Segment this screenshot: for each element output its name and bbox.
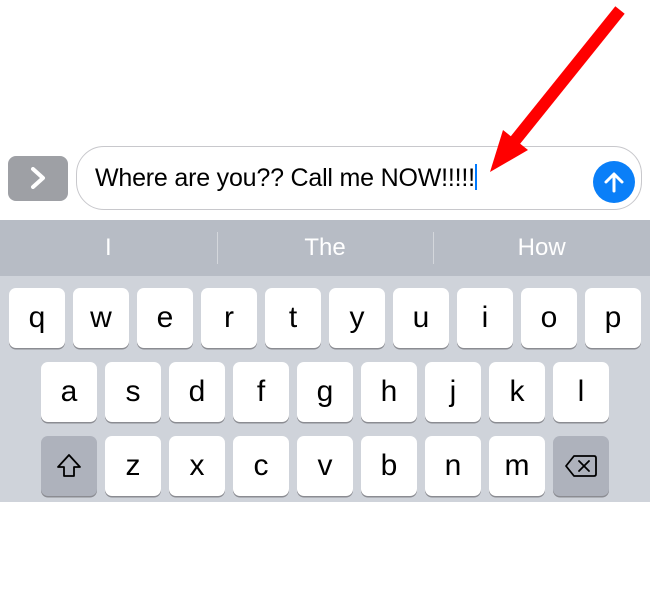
send-button[interactable] [593, 161, 635, 203]
arrow-up-icon [603, 171, 625, 193]
blank-space [0, 0, 650, 140]
key-p[interactable]: p [585, 288, 641, 348]
suggestion-item[interactable]: The [217, 220, 434, 276]
key-n[interactable]: n [425, 436, 481, 496]
key-t[interactable]: t [265, 288, 321, 348]
compose-row: Where are you?? Call me NOW!!!!! [0, 140, 650, 220]
key-v[interactable]: v [297, 436, 353, 496]
backspace-icon [564, 454, 598, 478]
suggestion-item[interactable]: I [0, 220, 217, 276]
suggestion-bar: I The How [0, 220, 650, 276]
key-q[interactable]: q [9, 288, 65, 348]
key-s[interactable]: s [105, 362, 161, 422]
text-cursor [475, 164, 477, 190]
key-z[interactable]: z [105, 436, 161, 496]
key-w[interactable]: w [73, 288, 129, 348]
suggestion-item[interactable]: How [433, 220, 650, 276]
key-row-1: q w e r t y u i o p [6, 288, 644, 348]
key-u[interactable]: u [393, 288, 449, 348]
key-y[interactable]: y [329, 288, 385, 348]
key-k[interactable]: k [489, 362, 545, 422]
key-i[interactable]: i [457, 288, 513, 348]
key-l[interactable]: l [553, 362, 609, 422]
key-m[interactable]: m [489, 436, 545, 496]
message-input[interactable]: Where are you?? Call me NOW!!!!! [76, 146, 642, 210]
shift-icon [55, 452, 83, 480]
key-d[interactable]: d [169, 362, 225, 422]
key-j[interactable]: j [425, 362, 481, 422]
key-r[interactable]: r [201, 288, 257, 348]
key-o[interactable]: o [521, 288, 577, 348]
keyboard: I The How q w e r t y u i o p a s d f g … [0, 220, 650, 502]
backspace-key[interactable] [553, 436, 609, 496]
key-f[interactable]: f [233, 362, 289, 422]
key-x[interactable]: x [169, 436, 225, 496]
key-row-3: z x c v b n m [6, 436, 644, 496]
shift-key[interactable] [41, 436, 97, 496]
key-b[interactable]: b [361, 436, 417, 496]
key-row-2: a s d f g h j k l [6, 362, 644, 422]
expand-button[interactable] [8, 156, 68, 201]
key-c[interactable]: c [233, 436, 289, 496]
key-g[interactable]: g [297, 362, 353, 422]
key-e[interactable]: e [137, 288, 193, 348]
key-a[interactable]: a [41, 362, 97, 422]
keys-area: q w e r t y u i o p a s d f g h j k l [0, 276, 650, 502]
message-text: Where are you?? Call me NOW!!!!! [95, 163, 477, 193]
chevron-right-icon [29, 167, 47, 189]
key-h[interactable]: h [361, 362, 417, 422]
